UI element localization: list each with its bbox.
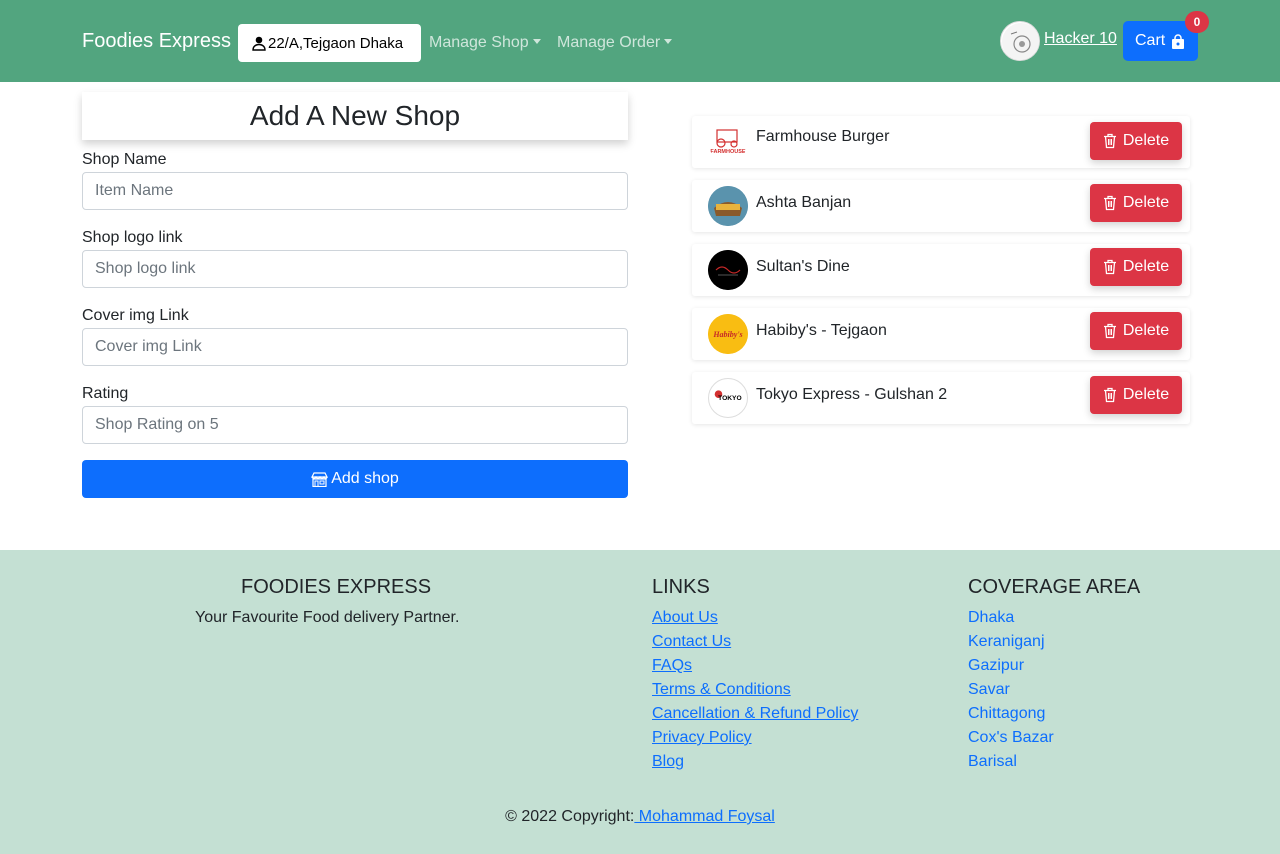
form-title-card: Add A New Shop (82, 92, 628, 140)
form-title: Add A New Shop (249, 100, 461, 131)
coverage-barisal[interactable]: Barisal (968, 753, 1017, 771)
caret-down-icon (664, 39, 673, 44)
manage-shop-dropdown[interactable]: Manage Shop (429, 34, 541, 52)
shop-name: Ashta Banjan (756, 194, 852, 211)
shopping-bag-icon (1172, 33, 1185, 49)
trash-icon (1103, 133, 1116, 149)
restaurant-logo-icon: Habiby's (708, 314, 748, 354)
footer-tagline: Your Favourite Food delivery Partner. (195, 609, 460, 626)
shop-list-item: Habiby's Habiby's - Tejgaon Delete (692, 308, 1190, 360)
add-shop-label: Add shop (331, 470, 399, 487)
delete-label: Delete (1122, 194, 1170, 211)
copyright: © 2022 Copyright: Mohammad Foysal (0, 808, 1280, 826)
restaurant-logo-icon: TOKYO (709, 379, 747, 417)
navbar: Foodies Express 22/A,Tejgaon Dhaka Manag… (0, 0, 1280, 82)
shop-name-input[interactable] (82, 172, 628, 210)
address-label: 22/A,Tejgaon Dhaka (268, 34, 404, 52)
trash-icon (1103, 387, 1116, 403)
footer-brand-title: FOODIES EXPRESS (241, 576, 432, 598)
coverage-coxs-bazar[interactable]: Cox's Bazar (968, 729, 1054, 747)
delete-button[interactable]: Delete (1090, 184, 1182, 222)
shop-list-item: FARMHOUSE Farmhouse Burger Delete (692, 116, 1190, 168)
footer-link-refund[interactable]: Cancellation & Refund Policy (652, 705, 858, 723)
manage-shop-label: Manage Shop (429, 34, 529, 51)
shop-icon (311, 471, 329, 487)
shop-name: Farmhouse Burger (756, 128, 890, 145)
caret-down-icon (532, 39, 541, 44)
svg-text:TOKYO: TOKYO (718, 395, 742, 402)
shop-name: Sultan's Dine (756, 258, 850, 275)
delete-label: Delete (1122, 386, 1170, 403)
delete-button[interactable]: Delete (1090, 248, 1182, 286)
svg-text:Habiby's: Habiby's (712, 330, 742, 339)
footer-link-blog[interactable]: Blog (652, 753, 684, 771)
delete-button[interactable]: Delete (1090, 312, 1182, 350)
person-icon (252, 36, 266, 51)
footer-links-title: LINKS (652, 576, 710, 598)
avatar-image-icon (1002, 23, 1039, 60)
avatar[interactable] (1000, 21, 1040, 61)
shop-logo-input[interactable] (82, 250, 628, 288)
rating-input[interactable] (82, 406, 628, 444)
delete-label: Delete (1122, 258, 1170, 275)
shop-name-label: Shop Name (82, 151, 167, 168)
sultans-dine-logo (708, 250, 748, 290)
copyright-author-link[interactable]: Mohammad Foysal (634, 808, 775, 825)
trash-icon (1103, 259, 1116, 275)
footer-link-terms[interactable]: Terms & Conditions (652, 681, 791, 699)
coverage-gazipur[interactable]: Gazipur (968, 657, 1024, 675)
burger-logo-icon: FARMHOUSE (710, 129, 746, 155)
manage-order-dropdown[interactable]: Manage Order (557, 34, 673, 52)
footer: FOODIES EXPRESS Your Favourite Food deli… (0, 550, 1280, 854)
cart-label: Cart (1135, 32, 1166, 49)
shop-list-item: Sultan's Dine Delete (692, 244, 1190, 296)
manage-order-label: Manage Order (557, 34, 661, 51)
cover-img-label: Cover img Link (82, 307, 189, 324)
delete-button[interactable]: Delete (1090, 122, 1182, 160)
delete-label: Delete (1122, 322, 1170, 339)
shop-logo-label: Shop logo link (82, 229, 183, 246)
trash-icon (1103, 323, 1116, 339)
footer-coverage-title: COVERAGE AREA (968, 576, 1141, 598)
delete-button[interactable]: Delete (1090, 376, 1182, 414)
ashta-banjan-logo (708, 186, 748, 226)
shop-name: Habiby's - Tejgaon (756, 322, 887, 339)
coverage-dhaka[interactable]: Dhaka (968, 609, 1014, 627)
svg-text:FARMHOUSE: FARMHOUSE (710, 149, 745, 155)
rating-label: Rating (82, 385, 129, 402)
add-shop-button[interactable]: Add shop (82, 460, 628, 498)
coverage-keraniganj[interactable]: Keraniganj (968, 633, 1045, 651)
delete-label: Delete (1122, 132, 1170, 149)
habibys-logo: Habiby's (708, 314, 748, 354)
address-button[interactable]: 22/A,Tejgaon Dhaka (238, 24, 421, 62)
coverage-savar[interactable]: Savar (968, 681, 1010, 699)
tokyo-express-logo: TOKYO (708, 378, 748, 418)
trash-icon (1103, 195, 1116, 211)
shop-list-item: TOKYO Tokyo Express - Gulshan 2 Delete (692, 372, 1190, 424)
user-name-link[interactable]: Hacker 10 (1044, 30, 1117, 48)
shop-list-item: Ashta Banjan Delete (692, 180, 1190, 232)
shop-name: Tokyo Express - Gulshan 2 (756, 386, 948, 403)
restaurant-logo-icon (708, 250, 748, 290)
footer-link-about[interactable]: About Us (652, 609, 718, 627)
footer-link-faqs[interactable]: FAQs (652, 657, 692, 675)
footer-link-contact[interactable]: Contact Us (652, 633, 731, 651)
restaurant-logo-icon (708, 186, 748, 226)
cart-count-badge: 0 (1185, 11, 1209, 33)
coverage-chittagong[interactable]: Chittagong (968, 705, 1045, 723)
footer-link-privacy[interactable]: Privacy Policy (652, 729, 752, 747)
copyright-text: © 2022 Copyright: (505, 808, 635, 825)
farmhouse-logo: FARMHOUSE (708, 122, 748, 162)
cover-img-input[interactable] (82, 328, 628, 366)
brand-link[interactable]: Foodies Express (82, 30, 231, 53)
